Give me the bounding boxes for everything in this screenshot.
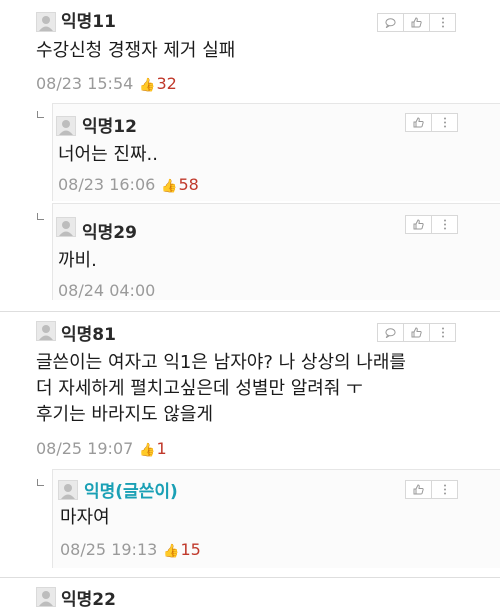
speech-bubble-icon: [385, 327, 396, 338]
comment-divider: [0, 577, 500, 578]
vote-count: 👍15: [163, 540, 201, 560]
reply-author: 익명(글쓴이): [84, 482, 178, 502]
comment-author: 익명11: [61, 12, 116, 32]
more-button[interactable]: [429, 13, 456, 32]
like-button[interactable]: [405, 480, 432, 499]
reply-arrow-icon: [37, 479, 44, 486]
like-button[interactable]: [403, 323, 430, 342]
thumbs-up-icon: 👍: [139, 78, 156, 93]
more-vertical-icon: [443, 117, 447, 128]
vote-number: 1: [156, 439, 167, 458]
vote-count: 👍32: [139, 74, 177, 94]
comment-text-line: 후기는 바라지도 않을게: [36, 404, 214, 425]
vote-number: 58: [178, 175, 199, 194]
more-vertical-icon: [443, 219, 447, 230]
thumbs-up-icon: 👍: [161, 179, 178, 194]
comment-time: 08/25 19:07: [36, 439, 134, 458]
comment-author: 익명22: [61, 590, 116, 610]
more-button[interactable]: [431, 480, 458, 499]
reply-actions: [405, 215, 458, 234]
thumbs-up-icon: [413, 484, 424, 495]
speech-bubble-icon: [385, 17, 396, 28]
reply-meta: 08/25 19:13 👍15: [60, 541, 201, 561]
vote-number: 15: [180, 540, 201, 559]
comment-meta: 08/25 19:07 👍1: [36, 440, 167, 460]
reply-arrow-icon: [37, 213, 44, 220]
like-button[interactable]: [403, 13, 430, 32]
thumbs-up-icon: [413, 117, 424, 128]
comment-meta: 08/23 15:54 👍32: [36, 75, 177, 95]
more-button[interactable]: [429, 323, 456, 342]
reply: 익명12 너어는 진짜.. 08/23 16:06 👍58: [52, 103, 500, 201]
more-button[interactable]: [431, 215, 458, 234]
comment-text-line: 더 자세하게 펼치고싶은데 성별만 알려줘 ㅜ: [36, 378, 363, 399]
avatar: [36, 321, 56, 341]
more-vertical-icon: [441, 327, 445, 338]
reply-time: 08/24 04:00: [58, 281, 156, 300]
reply-meta: 08/23 16:06 👍58: [58, 176, 199, 196]
comment-text-line: 글쓴이는 여자고 익1은 남자야? 나 상상의 나래를: [36, 352, 406, 373]
vote-count: 👍1: [139, 439, 167, 459]
comment-text: 수강신청 경쟁자 제거 실패: [36, 40, 236, 61]
more-vertical-icon: [443, 484, 447, 495]
comment-time: 08/23 15:54: [36, 74, 134, 93]
reply-text: 마자여: [60, 507, 110, 528]
reply-button[interactable]: [377, 323, 404, 342]
avatar: [36, 587, 56, 607]
reply: 익명(글쓴이) 마자여 08/25 19:13 👍15: [52, 469, 500, 568]
avatar: [36, 12, 56, 32]
comment-divider: [0, 311, 500, 312]
reply-time: 08/23 16:06: [58, 175, 156, 194]
reply-arrow-icon: [37, 111, 44, 118]
thumbs-up-icon: 👍: [139, 443, 156, 458]
reply: 익명29 까비. 08/24 04:00: [52, 203, 500, 300]
comment-author: 익명81: [61, 325, 116, 345]
reply-actions: [405, 480, 458, 499]
like-button[interactable]: [405, 113, 432, 132]
reply-text: 까비.: [58, 250, 97, 271]
thumbs-up-icon: 👍: [163, 544, 180, 559]
reply-time: 08/25 19:13: [60, 540, 158, 559]
reply-author: 익명12: [82, 117, 137, 137]
thumbs-up-icon: [411, 327, 422, 338]
vote-count: 👍58: [161, 175, 199, 195]
reply-button[interactable]: [377, 13, 404, 32]
like-button[interactable]: [405, 215, 432, 234]
avatar: [58, 480, 78, 500]
reply-text: 너어는 진짜..: [58, 144, 158, 165]
thumbs-up-icon: [413, 219, 424, 230]
comment-actions: [377, 13, 456, 32]
avatar: [56, 116, 76, 136]
reply-meta: 08/24 04:00: [58, 282, 155, 300]
more-button[interactable]: [431, 113, 458, 132]
avatar: [56, 217, 76, 237]
thumbs-up-icon: [411, 17, 422, 28]
reply-author: 익명29: [82, 223, 137, 243]
more-vertical-icon: [441, 17, 445, 28]
comment-actions: [377, 323, 456, 342]
reply-actions: [405, 113, 458, 132]
vote-number: 32: [156, 74, 177, 93]
